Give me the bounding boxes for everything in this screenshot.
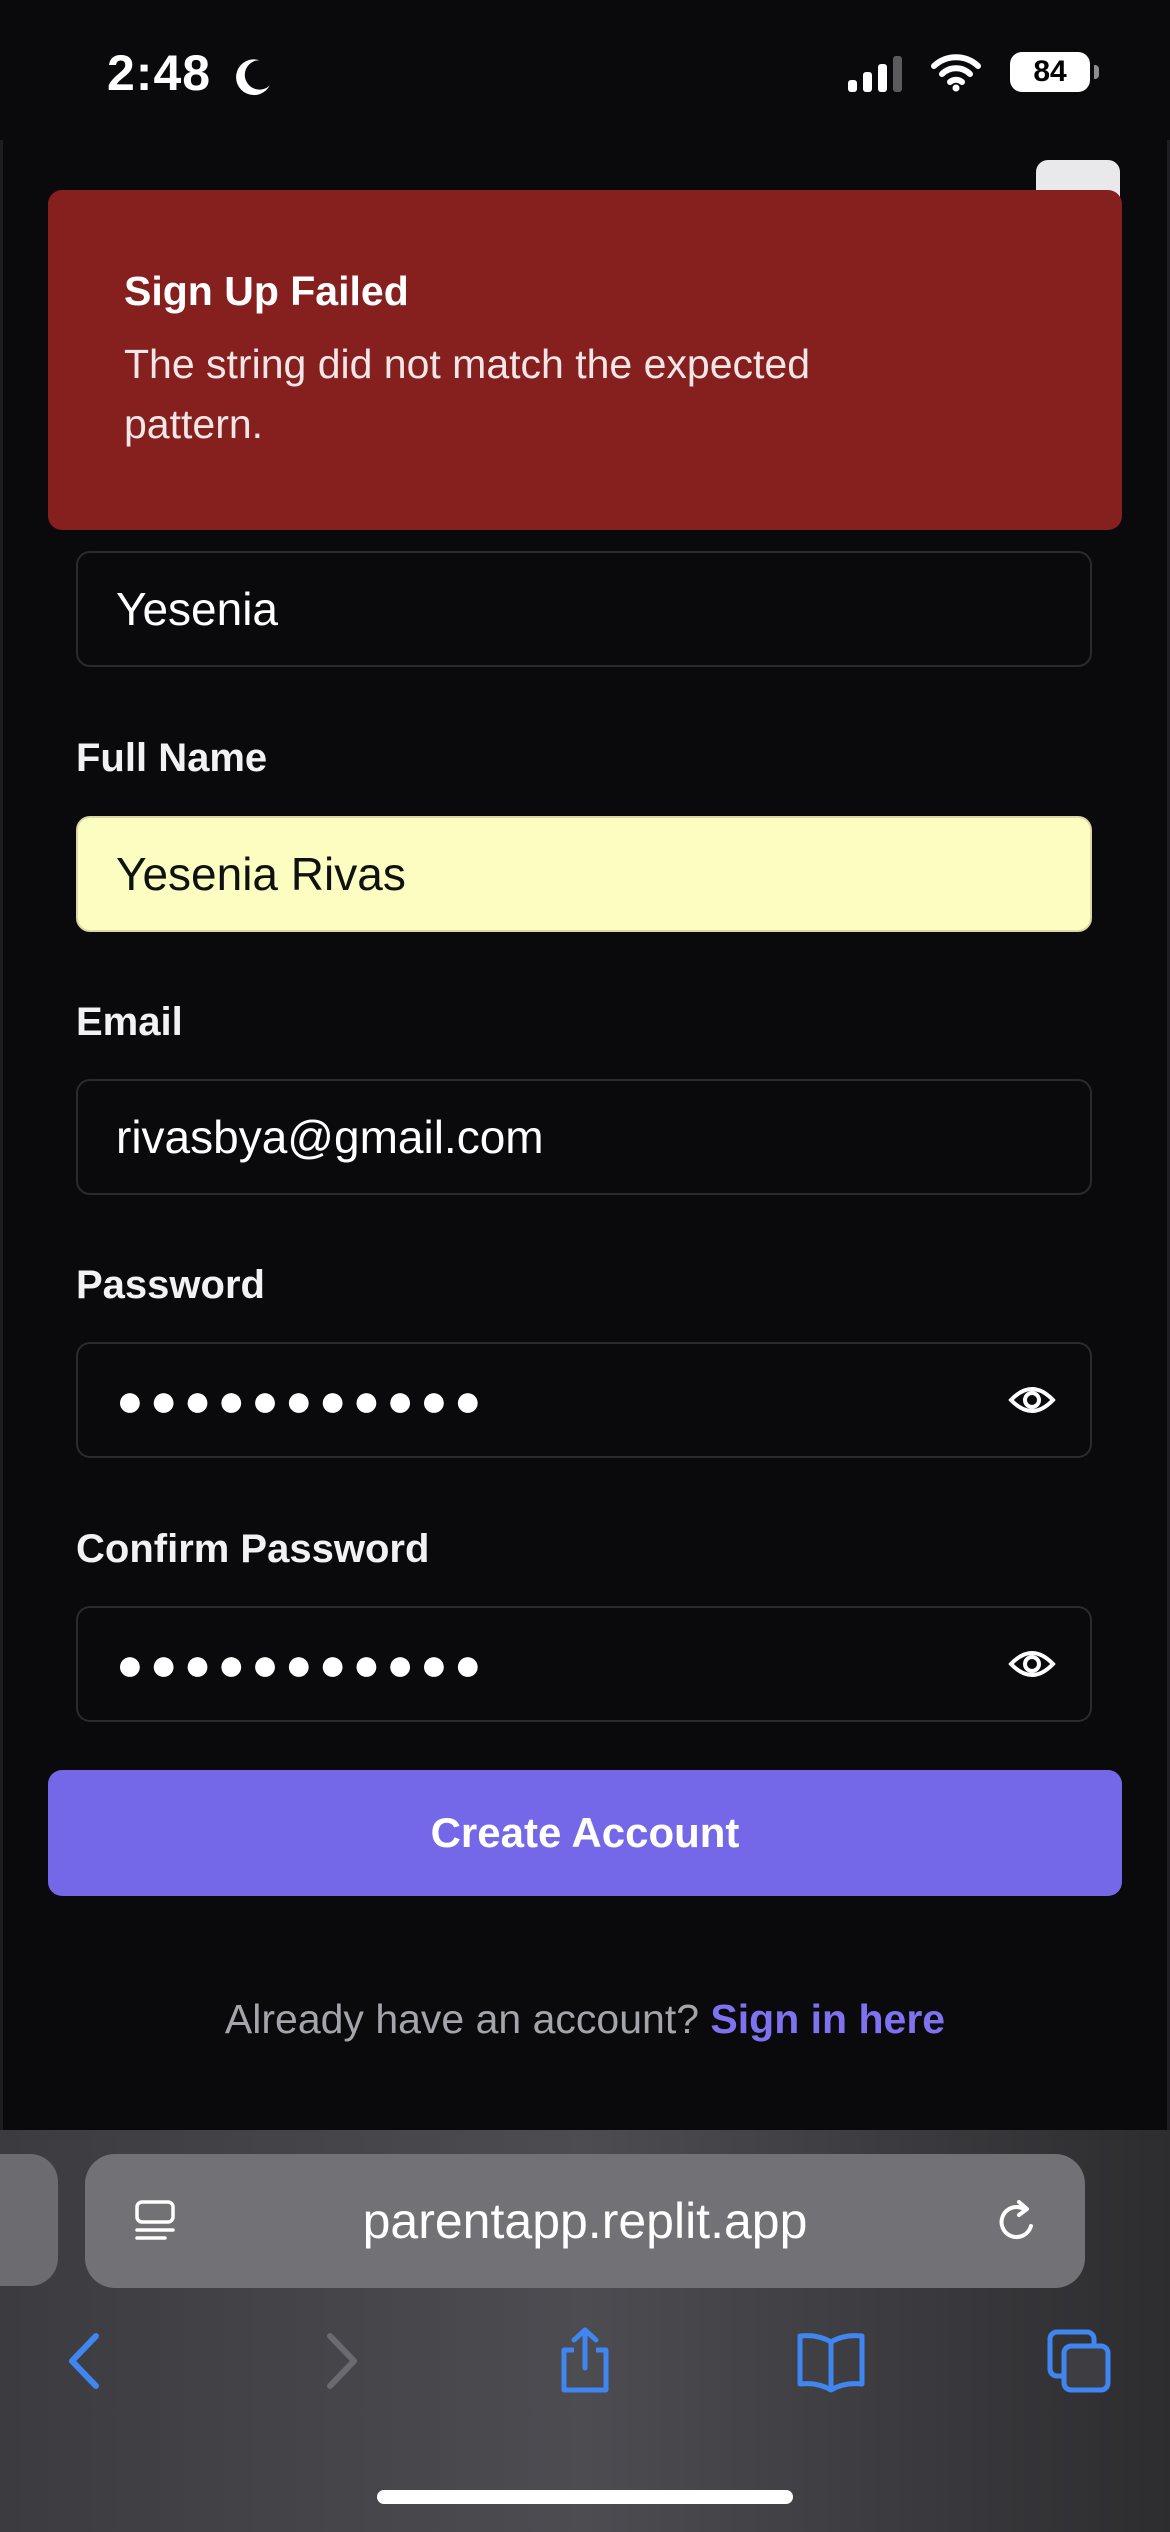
- full-name-label: Full Name: [76, 736, 268, 780]
- error-toast[interactable]: Sign Up Failed The string did not match …: [48, 190, 1122, 530]
- eye-icon[interactable]: [1008, 1644, 1056, 1684]
- url-text: parentapp.replit.app: [362, 2193, 808, 2249]
- address-bar[interactable]: parentapp.replit.app: [85, 2154, 1085, 2288]
- share-icon[interactable]: [550, 2326, 620, 2396]
- confirm-password-value: ●●●●●●●●●●●: [116, 1638, 488, 1690]
- page-edge-left: [0, 140, 3, 2130]
- confirm-password-input[interactable]: ●●●●●●●●●●●: [76, 1606, 1092, 1722]
- back-icon[interactable]: [52, 2326, 122, 2396]
- home-indicator: [377, 2490, 793, 2504]
- username-input[interactable]: Yesenia: [76, 551, 1092, 667]
- password-label: Password: [76, 1263, 265, 1307]
- password-input[interactable]: ●●●●●●●●●●●: [76, 1342, 1092, 1458]
- toast-title: Sign Up Failed: [124, 268, 409, 314]
- email-input[interactable]: rivasbya@gmail.com: [76, 1079, 1092, 1195]
- eye-icon[interactable]: [1008, 1380, 1056, 1420]
- status-bar: 2:48 84: [0, 0, 1170, 140]
- signin-prompt: Already have an account?: [224, 1996, 700, 2042]
- wifi-icon: [931, 54, 981, 92]
- battery-level: 84: [1033, 55, 1067, 88]
- username-value: Yesenia: [116, 583, 279, 635]
- previous-tab[interactable]: [0, 2154, 58, 2286]
- full-name-value: Yesenia Rivas: [116, 848, 406, 900]
- status-time: 2:48: [107, 45, 212, 101]
- battery-icon: 84: [1010, 52, 1099, 92]
- toast-message: The string did not match the expected pa…: [124, 341, 811, 447]
- signal-icon: [848, 52, 902, 92]
- tabs-icon[interactable]: [1044, 2326, 1114, 2396]
- reload-icon[interactable]: [991, 2196, 1043, 2248]
- status-icons: 84: [848, 52, 1099, 92]
- create-account-button[interactable]: Create Account: [48, 1770, 1122, 1896]
- full-name-input[interactable]: Yesenia Rivas: [76, 816, 1092, 932]
- confirm-password-label: Confirm Password: [76, 1527, 430, 1571]
- email-value: rivasbya@gmail.com: [116, 1111, 544, 1163]
- email-label: Email: [76, 1000, 183, 1044]
- sign-in-link[interactable]: Sign in here: [710, 1996, 945, 2042]
- bookmarks-icon[interactable]: [796, 2326, 866, 2396]
- moon-icon: [236, 59, 270, 96]
- signin-row: Already have an account? Sign in here: [0, 1996, 1170, 2043]
- forward-icon[interactable]: [304, 2326, 374, 2396]
- password-value: ●●●●●●●●●●●: [116, 1374, 488, 1426]
